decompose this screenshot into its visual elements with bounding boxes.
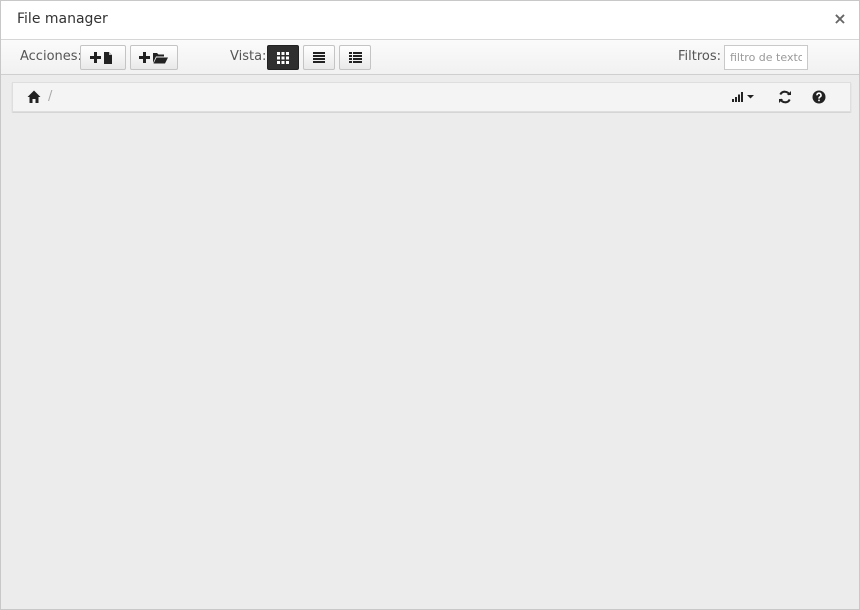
help-icon[interactable] [812, 90, 826, 104]
refresh-icon[interactable] [778, 90, 792, 104]
file-manager-dialog: File manager × Acciones: Vista: Filtros:… [0, 0, 860, 610]
breadcrumb-separator: / [48, 89, 53, 104]
close-icon[interactable]: × [833, 11, 847, 27]
filters-label: Filtros: [678, 49, 722, 64]
file-list-area[interactable] [2, 113, 858, 609]
toolbar: Acciones: Vista: Filtros: filtro de text… [1, 40, 859, 75]
details-icon [348, 52, 362, 63]
view-grid-button[interactable] [267, 45, 299, 70]
filter-input[interactable] [724, 45, 808, 70]
view-label: Vista: [230, 49, 267, 64]
home-icon[interactable] [27, 90, 41, 104]
add-folder-button[interactable] [130, 45, 178, 70]
path-bar: / [12, 82, 851, 112]
title-bar: File manager × [1, 1, 859, 40]
grid-icon [277, 51, 289, 64]
add-file-button[interactable] [80, 45, 126, 70]
sort-icon[interactable] [732, 91, 756, 103]
plus-file-icon [90, 51, 112, 64]
view-list-button[interactable] [303, 45, 335, 70]
list-icon [313, 52, 325, 63]
dialog-title: File manager [17, 11, 108, 27]
actions-label: Acciones: [20, 49, 82, 64]
view-details-button[interactable] [339, 45, 371, 70]
plus-folder-icon [139, 51, 168, 63]
